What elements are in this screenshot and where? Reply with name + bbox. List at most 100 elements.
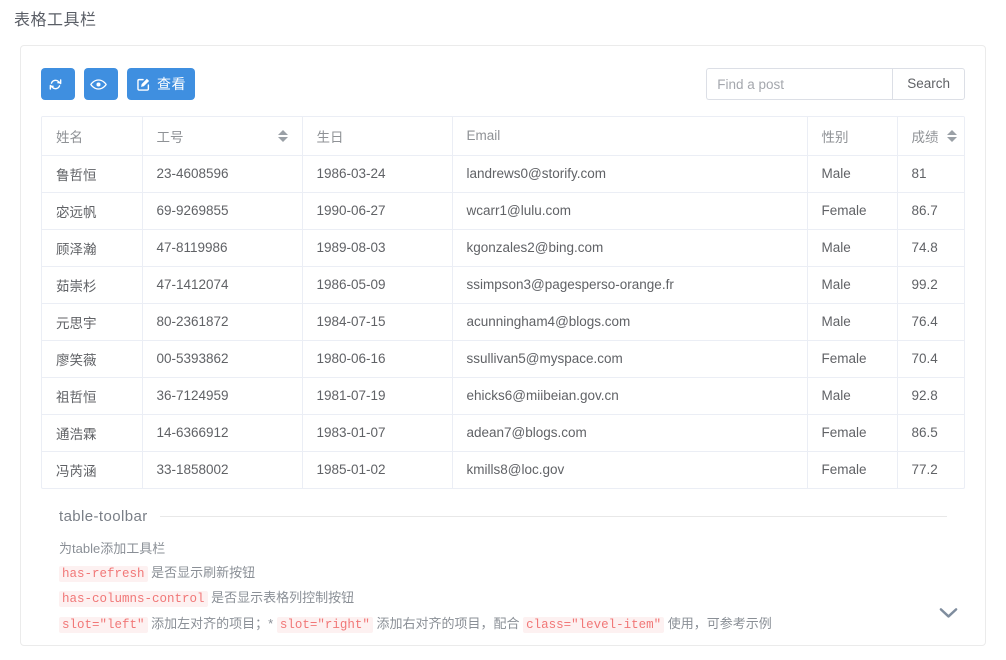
cell-bday: 1989-08-03 <box>302 229 453 267</box>
search-field: Search <box>706 68 965 100</box>
doc-text: 为table添加工具栏 <box>59 541 166 556</box>
column-header-id[interactable]: 工号 <box>142 117 303 156</box>
toolbar-left-slot: 查看 <box>41 68 195 100</box>
column-header-label: 工号 <box>156 129 184 145</box>
demo-card: 查看 Search <box>20 45 986 646</box>
eye-icon <box>89 78 107 91</box>
column-header-score[interactable]: 成绩 <box>897 117 964 156</box>
cell-score: 70.4 <box>897 340 964 378</box>
cell-name: 冯芮涵 <box>42 451 143 488</box>
doc-line-slots: slot="left" 添加左对齐的项目；* slot="right" 添加右对… <box>59 612 947 638</box>
search-input[interactable] <box>706 68 893 100</box>
sort-icon[interactable] <box>277 129 288 142</box>
column-header-label: 姓名 <box>56 129 83 145</box>
cell-name: 通浩霖 <box>42 414 143 452</box>
cell-id: 80-2361872 <box>142 303 303 341</box>
table-row[interactable]: 通浩霖 14-6366912 1983-01-07 adean7@blogs.com F… <box>42 414 964 452</box>
column-header-label: 生日 <box>316 129 344 145</box>
api-doc-lines: 为table添加工具栏 has-refresh 是否显示刷新按钮 has-col… <box>59 537 947 637</box>
column-header-birthday: 生日 <box>302 117 453 156</box>
column-header-label: 性别 <box>821 129 849 145</box>
demo-body: 查看 Search <box>21 46 985 489</box>
cell-bday: 1980-06-16 <box>302 340 453 378</box>
cell-bday: 1985-01-02 <box>302 451 453 488</box>
cell-name: 宓远帆 <box>42 192 143 230</box>
table-toolbar: 查看 Search <box>41 66 965 102</box>
cell-bday: 1986-03-24 <box>302 155 453 193</box>
table-row[interactable]: 冯芮涵 33-1858002 1985-01-02 kmills8@loc.gov Fe… <box>42 451 964 488</box>
table-row[interactable]: 祖哲恒 36-7124959 1981-07-19 ehicks6@miibeian.… <box>42 377 964 415</box>
page-title: 表格工具栏 <box>14 12 97 29</box>
cell-name: 元思宇 <box>42 303 143 341</box>
cell-email: acunningham4@blogs.com <box>452 303 808 341</box>
expand-toggle-button[interactable] <box>931 601 965 627</box>
data-table-wrapper: 姓名 工号 生日 Email 性别 成绩 鲁哲恒 23-4608596 1986… <box>41 116 965 489</box>
column-header-gender: 性别 <box>807 117 898 156</box>
code-token: slot="right" <box>276 616 373 633</box>
chevron-down-icon <box>939 607 958 622</box>
cell-email: ehicks6@miibeian.gov.cn <box>452 377 808 415</box>
search-button[interactable]: Search <box>892 68 965 100</box>
doc-line-description: 为table添加工具栏 <box>59 537 947 561</box>
doc-line-has-columns-control: has-columns-control 是否显示表格列控制按钮 <box>59 586 947 612</box>
cell-email: kmills8@loc.gov <box>452 451 808 488</box>
cell-sex: Female <box>807 414 898 452</box>
cell-score: 86.7 <box>897 192 964 230</box>
cell-sex: Male <box>807 266 898 304</box>
code-token: has-columns-control <box>59 591 208 607</box>
toolbar-right-slot: Search <box>706 68 965 100</box>
cell-email: ssimpson3@pagesperso-orange.fr <box>452 266 808 304</box>
sort-icon[interactable] <box>946 129 957 142</box>
column-header-email: Email <box>452 117 808 156</box>
cell-sex: Male <box>807 377 898 415</box>
table-head: 姓名 工号 生日 Email 性别 成绩 <box>42 117 964 156</box>
api-doc-legend-text: table-toolbar <box>59 508 148 525</box>
cell-bday: 1981-07-19 <box>302 377 453 415</box>
data-table: 姓名 工号 生日 Email 性别 成绩 鲁哲恒 23-4608596 1986… <box>42 117 964 488</box>
doc-text: 添加右对齐的项目，配合 <box>376 615 520 631</box>
columns-control-button[interactable] <box>84 68 118 100</box>
cell-sex: Male <box>807 303 898 341</box>
cell-score: 99.2 <box>897 266 964 304</box>
cell-email: landrews0@storify.com <box>452 155 808 193</box>
edit-square-icon <box>136 77 151 92</box>
doc-text: 是否显示表格列控制按钮 <box>211 590 355 605</box>
code-token: class="level-item" <box>523 616 665 633</box>
view-button[interactable]: 查看 <box>127 68 195 100</box>
app-root: 表格工具栏 查看 Find a post Search 姓名 工号 生日 Ema… <box>0 0 1006 660</box>
cell-id: 69-9269855 <box>142 192 303 230</box>
column-header-name: 姓名 <box>42 117 143 156</box>
refresh-icon <box>48 77 63 92</box>
doc-line-has-refresh: has-refresh 是否显示刷新按钮 <box>59 561 947 587</box>
cell-sex: Female <box>807 340 898 378</box>
cell-sex: Female <box>807 451 898 488</box>
cell-email: adean7@blogs.com <box>452 414 808 452</box>
table-row[interactable]: 顾泽瀚 47-8119986 1989-08-03 kgonzales2@bing.c… <box>42 229 964 267</box>
table-row[interactable]: 元思宇 80-2361872 1984-07-15 acunningham4@blog… <box>42 303 964 341</box>
cell-name: 廖笑薇 <box>42 340 143 378</box>
cell-bday: 1983-01-07 <box>302 414 453 452</box>
legend-divider <box>159 516 947 517</box>
code-token: has-refresh <box>59 565 148 582</box>
cell-bday: 1990-06-27 <box>302 192 453 230</box>
cell-score: 92.8 <box>897 377 964 415</box>
view-button-label: 查看 <box>157 76 186 92</box>
table-row[interactable]: 宓远帆 69-9269855 1990-06-27 wcarr1@lulu.com Fe… <box>42 192 964 230</box>
table-row[interactable]: 茹崇杉 47-1412074 1986-05-09 ssimpson3@pagespe… <box>42 266 964 304</box>
cell-id: 23-4608596 <box>142 155 303 193</box>
table-row[interactable]: 鲁哲恒 23-4608596 1986-03-24 landrews0@storify… <box>42 155 964 193</box>
cell-id: 47-8119986 <box>142 229 303 267</box>
cell-score: 74.8 <box>897 229 964 267</box>
doc-text: 添加左对齐的项目；* <box>151 615 274 631</box>
cell-score: 76.4 <box>897 303 964 341</box>
cell-id: 33-1858002 <box>142 451 303 488</box>
doc-text: 是否显示刷新按钮 <box>151 564 256 580</box>
cell-email: ssullivan5@myspace.com <box>452 340 808 378</box>
cell-email: wcarr1@lulu.com <box>452 192 808 230</box>
refresh-button[interactable] <box>41 68 75 100</box>
cell-name: 祖哲恒 <box>42 377 143 415</box>
cell-bday: 1984-07-15 <box>302 303 453 341</box>
table-row[interactable]: 廖笑薇 00-5393862 1980-06-16 ssullivan5@myspac… <box>42 340 964 378</box>
api-doc-legend: table-toolbar <box>59 508 947 525</box>
cell-sex: Male <box>807 229 898 267</box>
